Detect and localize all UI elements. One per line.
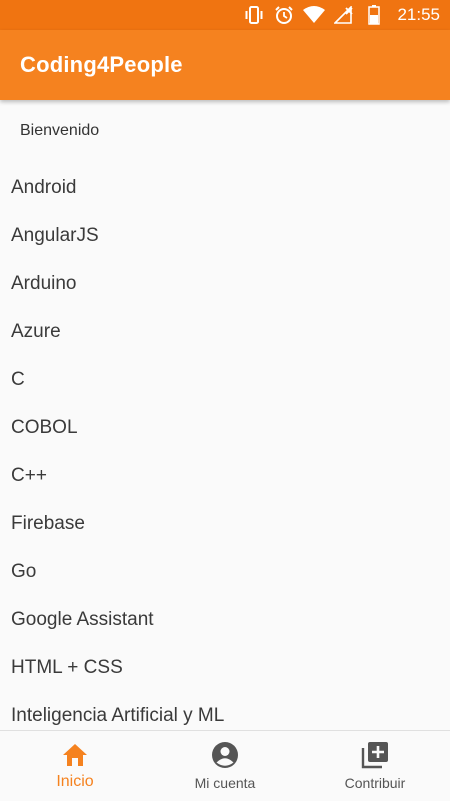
topic-list: Android AngularJS Arduino Azure C COBOL … (0, 164, 450, 730)
account-icon (211, 741, 239, 769)
nav-label-inicio: Inicio (56, 773, 94, 790)
signal-icon (333, 4, 355, 26)
welcome-text: Bienvenido (20, 122, 100, 139)
topic-item-arduino[interactable]: Arduino (0, 260, 450, 308)
topic-item-android[interactable]: Android (0, 164, 450, 212)
nav-item-contribuir[interactable]: Contribuir (300, 731, 450, 801)
topic-item-ai-ml[interactable]: Inteligencia Artificial y ML (0, 692, 450, 730)
topic-item-cpp[interactable]: C++ (0, 452, 450, 500)
home-icon (61, 741, 89, 769)
bottom-navigation: Inicio Mi cuenta Contribuir (0, 730, 450, 801)
status-icons: 21:55 (243, 0, 450, 30)
alarm-icon (273, 4, 295, 26)
app-bar: Coding4People (0, 30, 450, 100)
status-bar: 21:55 (0, 0, 450, 30)
nav-label-mi-cuenta: Mi cuenta (194, 775, 256, 791)
main-content[interactable]: Bienvenido Android AngularJS Arduino Azu… (0, 100, 450, 730)
topic-item-google-assistant[interactable]: Google Assistant (0, 596, 450, 644)
app-title: Coding4People (20, 52, 183, 77)
nav-item-mi-cuenta[interactable]: Mi cuenta (150, 731, 300, 801)
topic-item-azure[interactable]: Azure (0, 308, 450, 356)
nav-label-contribuir: Contribuir (344, 775, 406, 791)
topic-item-c[interactable]: C (0, 356, 450, 404)
nav-item-inicio[interactable]: Inicio (0, 731, 150, 801)
wifi-icon (303, 4, 326, 26)
topic-item-go[interactable]: Go (0, 548, 450, 596)
topic-item-html-css[interactable]: HTML + CSS (0, 644, 450, 692)
battery-icon (363, 4, 385, 26)
topic-item-cobol[interactable]: COBOL (0, 404, 450, 452)
vibrate-icon (243, 4, 265, 26)
status-time: 21:55 (397, 5, 440, 24)
topic-item-firebase[interactable]: Firebase (0, 500, 450, 548)
topic-item-angularjs[interactable]: AngularJS (0, 212, 450, 260)
add-box-icon (361, 741, 389, 769)
